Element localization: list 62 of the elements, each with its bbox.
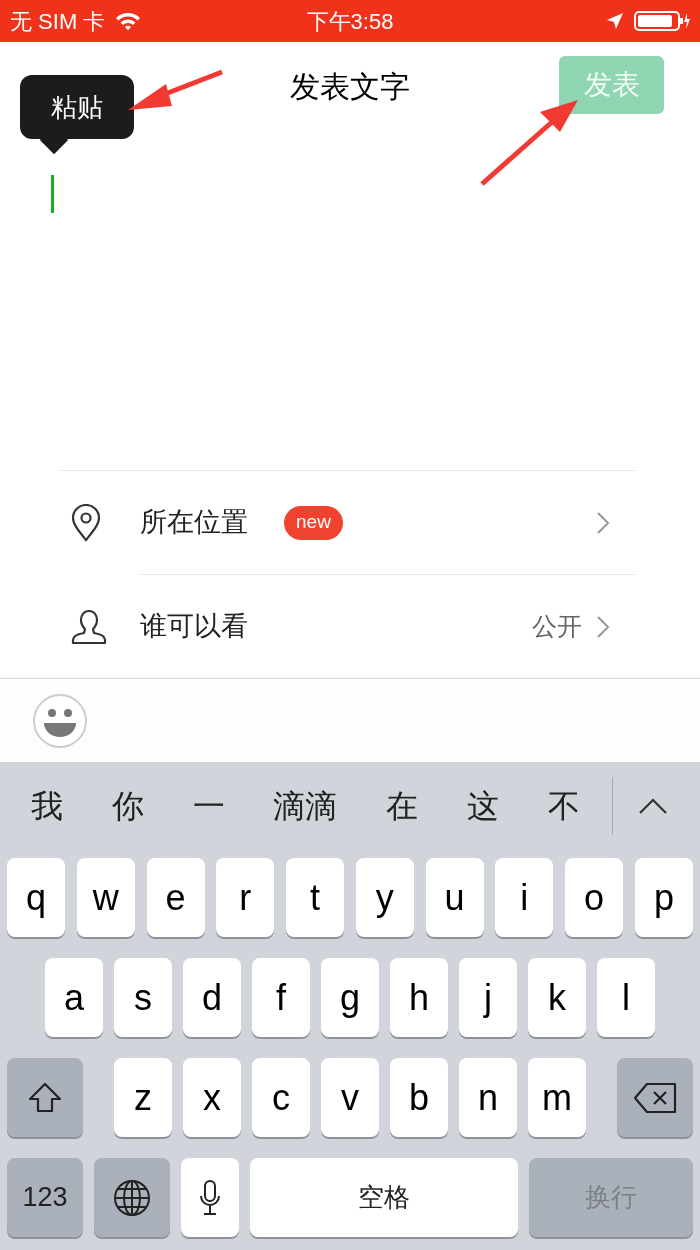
key[interactable]: c <box>252 1058 310 1137</box>
new-badge: new <box>284 505 343 540</box>
battery-icon <box>634 10 690 32</box>
key[interactable]: y <box>355 858 414 937</box>
caret-up-icon <box>638 797 668 815</box>
key[interactable]: l <box>597 958 655 1037</box>
globe-key[interactable] <box>94 1158 170 1237</box>
clock-time: 下午3:58 <box>306 7 394 36</box>
key[interactable]: j <box>459 958 517 1037</box>
chevron-right-icon <box>596 510 610 535</box>
shift-key[interactable] <box>7 1058 83 1137</box>
key[interactable]: g <box>321 958 379 1037</box>
key[interactable]: z <box>114 1058 172 1137</box>
candidate-word[interactable]: 你 <box>108 782 149 830</box>
option-row[interactable]: 所在位置 new <box>0 471 700 574</box>
number-key[interactable]: 123 <box>7 1158 83 1237</box>
location-pin-icon <box>70 503 102 542</box>
candidate-word[interactable]: 滴滴 <box>269 782 342 830</box>
key[interactable]: r <box>216 858 275 937</box>
page-title: 发表文字 <box>290 68 410 105</box>
microphone-key[interactable] <box>181 1158 239 1237</box>
key[interactable]: m <box>528 1058 586 1137</box>
key[interactable]: n <box>459 1058 517 1137</box>
key[interactable]: q <box>7 858 65 937</box>
key[interactable]: k <box>528 958 586 1037</box>
option-value: 公开 <box>532 610 582 642</box>
backspace-key[interactable] <box>617 1058 693 1137</box>
candidate-word[interactable]: 我 <box>27 782 68 830</box>
key[interactable]: x <box>183 1058 241 1137</box>
option-row[interactable]: 谁可以看 公开 <box>0 575 700 678</box>
key[interactable]: w <box>76 858 135 937</box>
backspace-icon <box>633 1081 677 1114</box>
key[interactable]: i <box>495 858 554 937</box>
key[interactable]: h <box>390 958 448 1037</box>
microphone-icon <box>198 1178 222 1217</box>
chevron-right-icon <box>596 614 610 639</box>
key[interactable]: v <box>321 1058 379 1137</box>
carrier-text: 无 SIM 卡 <box>10 7 106 36</box>
key[interactable]: o <box>565 858 624 937</box>
shift-arrow-icon <box>28 1081 62 1114</box>
key[interactable]: b <box>390 1058 448 1137</box>
key[interactable]: p <box>634 858 693 937</box>
candidate-word[interactable]: 不 <box>543 782 584 830</box>
location-arrow-icon <box>606 12 624 30</box>
person-icon <box>70 608 108 645</box>
key[interactable]: e <box>146 858 205 937</box>
candidate-word[interactable]: 一 <box>188 782 229 830</box>
smiley-icon[interactable] <box>32 692 88 749</box>
key[interactable]: f <box>252 958 310 1037</box>
key[interactable]: u <box>425 858 484 937</box>
key[interactable]: d <box>183 958 241 1037</box>
option-label: 所在位置 <box>140 506 248 540</box>
candidate-word[interactable]: 在 <box>382 782 423 830</box>
key[interactable]: s <box>114 958 172 1037</box>
key[interactable]: a <box>45 958 103 1037</box>
paste-button[interactable]: 粘贴 <box>20 75 134 139</box>
option-label: 谁可以看 <box>140 610 248 644</box>
globe-icon <box>112 1177 152 1218</box>
wifi-icon <box>115 11 142 31</box>
space-key[interactable]: 空格 <box>250 1158 518 1237</box>
candidate-word[interactable]: 这 <box>462 782 503 830</box>
key[interactable]: t <box>286 858 345 937</box>
